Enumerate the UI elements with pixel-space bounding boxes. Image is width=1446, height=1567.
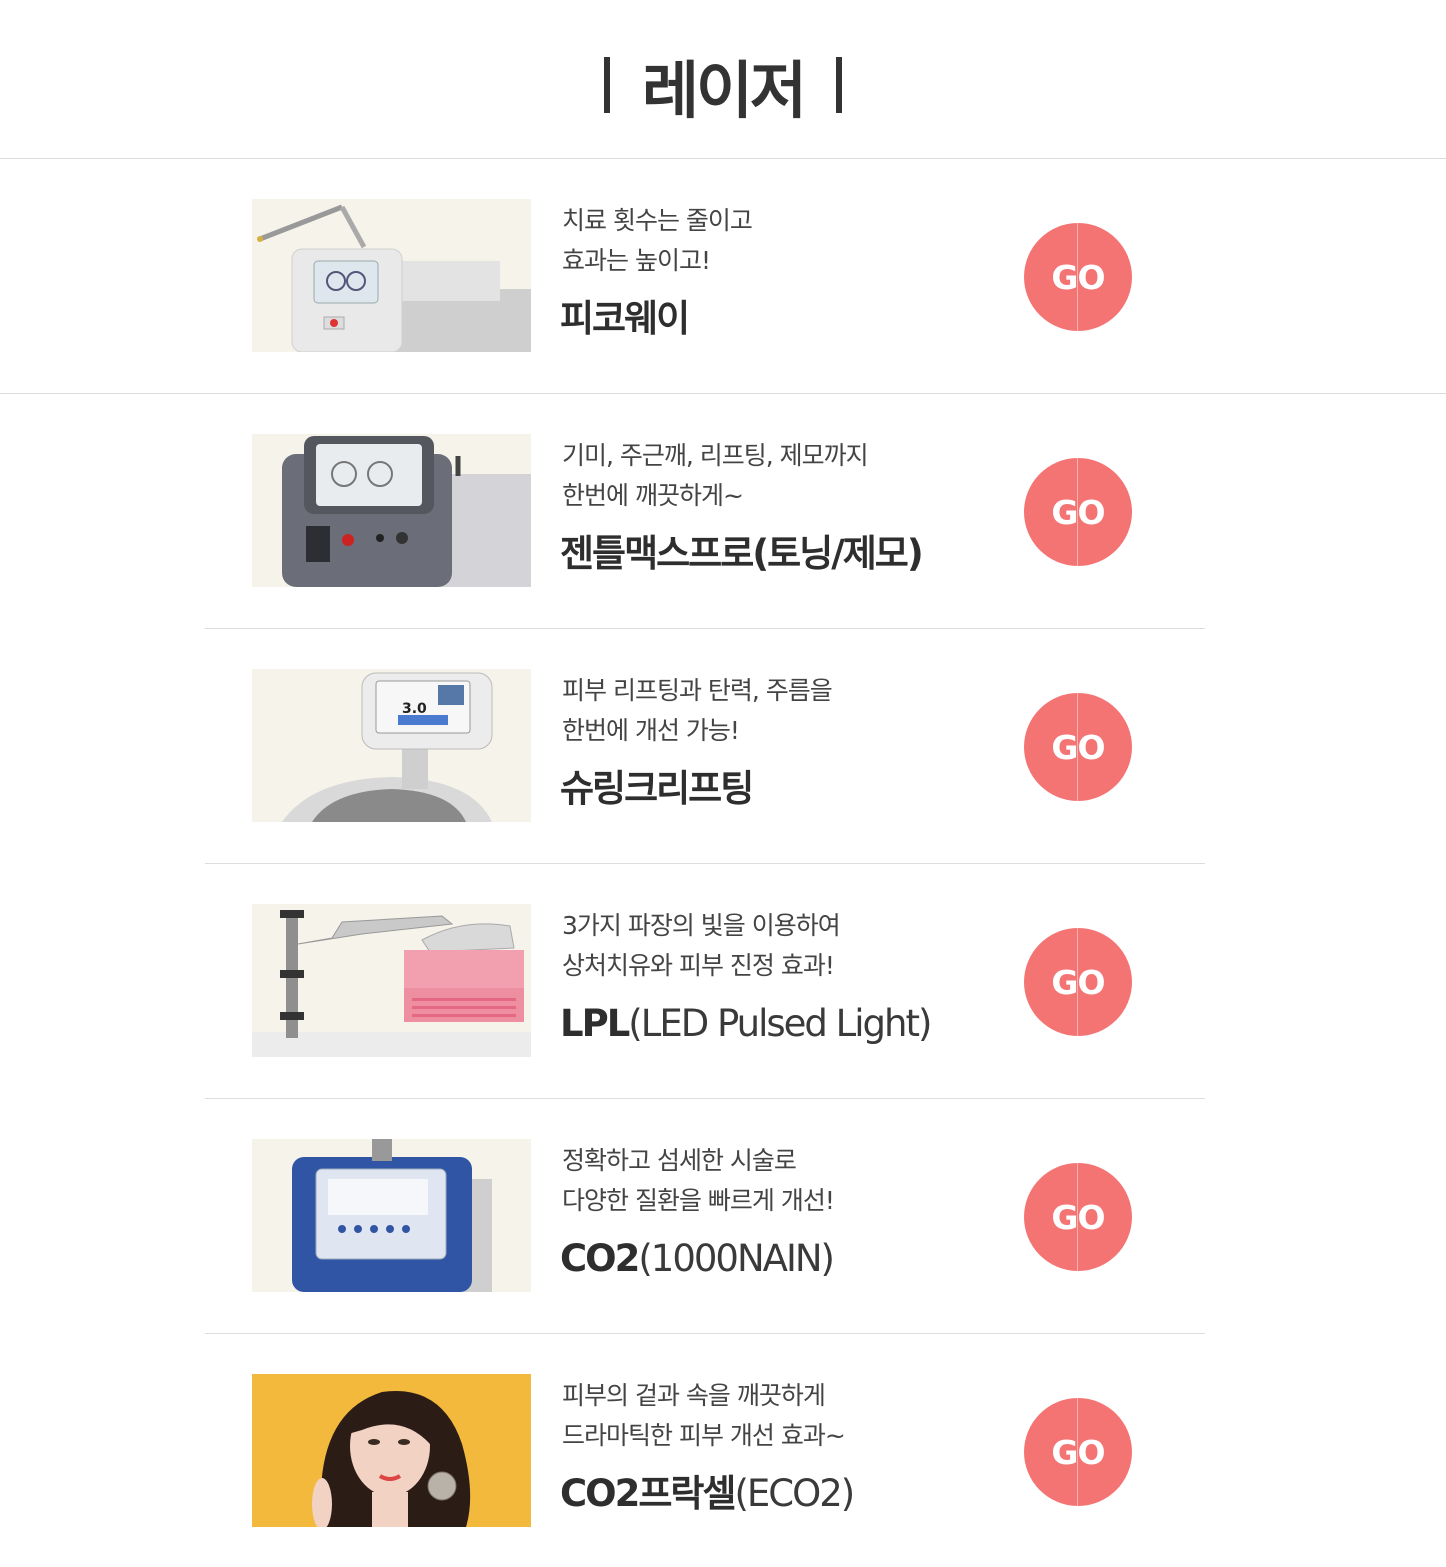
go-button-label: GO: [1051, 1197, 1105, 1237]
description-line-1: 기미, 주근깨, 리프팅, 제모까지: [562, 441, 869, 470]
item-description: 기미, 주근깨, 리프팅, 제모까지 한번에 깨끗하게~: [562, 436, 869, 516]
go-button[interactable]: GO: [1024, 693, 1132, 801]
item-name: CO2프락셀(ECO2): [560, 1466, 855, 1522]
item-name-bold: LPL: [560, 1002, 630, 1045]
go-button[interactable]: GO: [1024, 928, 1132, 1036]
item-name: 젠틀맥스프로(토닝/제모): [560, 526, 924, 582]
description-line-2: 효과는 높이고!: [562, 246, 711, 275]
item-name: CO2(1000NAIN): [560, 1231, 835, 1287]
item-description: 피부 리프팅과 탄력, 주름을 한번에 개선 가능!: [562, 671, 833, 751]
list-item-shurink: 3.0 피부 리프팅과 탄력, 주름을 한번에 개선 가능! 슈링크리프팅 GO: [0, 629, 1446, 864]
item-description: 3가지 파장의 빛을 이용하여 상처치유와 피부 진정 효과!: [562, 906, 841, 986]
page-title: 레이저: [0, 40, 1446, 130]
list-item-picoway: 치료 횟수는 줄이고 효과는 높이고! 피코웨이 GO: [0, 159, 1446, 394]
list-item-co2: 정확하고 섬세한 시술로 다양한 질환을 빠르게 개선! CO2(1000NAI…: [0, 1099, 1446, 1334]
go-button-label: GO: [1051, 257, 1105, 297]
go-button[interactable]: GO: [1024, 1163, 1132, 1271]
co2-image: [252, 1139, 531, 1292]
item-name: 피코웨이: [560, 291, 690, 347]
go-button-label: GO: [1051, 962, 1105, 1002]
item-name-bold: 젠틀맥스프로(토닝/제모): [560, 532, 924, 575]
description-line-1: 치료 횟수는 줄이고: [562, 206, 753, 235]
list-item-co2-fraxel: 피부의 겉과 속을 깨끗하게 드라마틱한 피부 개선 효과~ CO2프락셀(EC…: [0, 1334, 1446, 1567]
go-button[interactable]: GO: [1024, 458, 1132, 566]
item-name-bold: 피코웨이: [560, 297, 690, 340]
description-line-2: 드라마틱한 피부 개선 효과~: [562, 1421, 846, 1450]
go-button-label: GO: [1051, 1432, 1105, 1472]
item-description: 피부의 겉과 속을 깨끗하게 드라마틱한 피부 개선 효과~: [562, 1376, 846, 1456]
description-line-1: 정확하고 섬세한 시술로: [562, 1146, 797, 1175]
description-line-2: 한번에 개선 가능!: [562, 716, 740, 745]
description-line-1: 피부의 겉과 속을 깨끗하게: [562, 1381, 826, 1410]
list-item-gentlemax: 기미, 주근깨, 리프팅, 제모까지 한번에 깨끗하게~ 젠틀맥스프로(토닝/제…: [0, 394, 1446, 629]
item-name-bold: CO2프락셀: [560, 1472, 736, 1515]
shurink-image: 3.0: [252, 669, 531, 822]
gentlemax-image: [252, 434, 531, 587]
model-portrait-image: [252, 1374, 531, 1527]
item-description: 치료 횟수는 줄이고 효과는 높이고!: [562, 201, 753, 281]
go-button-label: GO: [1051, 727, 1105, 767]
description-line-2: 다양한 질환을 빠르게 개선!: [562, 1186, 835, 1215]
list-item-lpl: 3가지 파장의 빛을 이용하여 상처치유와 피부 진정 효과! LPL(LED …: [0, 864, 1446, 1099]
item-name-light: (1000NAIN): [638, 1237, 835, 1280]
picoway-image: [252, 199, 531, 352]
item-name-bold: CO2: [560, 1237, 640, 1280]
item-name-light: (LED Pulsed Light): [628, 1002, 932, 1045]
svg-text:3.0: 3.0: [402, 701, 427, 717]
go-button[interactable]: GO: [1024, 1398, 1132, 1506]
item-name-light: (ECO2): [734, 1472, 855, 1515]
page-title-text: 레이저: [641, 54, 807, 127]
description-line-2: 상처치유와 피부 진정 효과!: [562, 951, 835, 980]
item-name-bold: 슈링크리프팅: [560, 767, 754, 810]
description-line-2: 한번에 깨끗하게~: [562, 481, 744, 510]
lpl-image: [252, 904, 531, 1057]
description-line-1: 3가지 파장의 빛을 이용하여: [562, 911, 841, 940]
title-bar-right: [836, 57, 843, 113]
description-line-1: 피부 리프팅과 탄력, 주름을: [562, 676, 833, 705]
go-button-label: GO: [1051, 492, 1105, 532]
item-name: 슈링크리프팅: [560, 761, 754, 817]
title-bar-left: [603, 57, 610, 113]
item-description: 정확하고 섬세한 시술로 다양한 질환을 빠르게 개선!: [562, 1141, 835, 1221]
go-button[interactable]: GO: [1024, 223, 1132, 331]
item-name: LPL(LED Pulsed Light): [560, 996, 932, 1052]
